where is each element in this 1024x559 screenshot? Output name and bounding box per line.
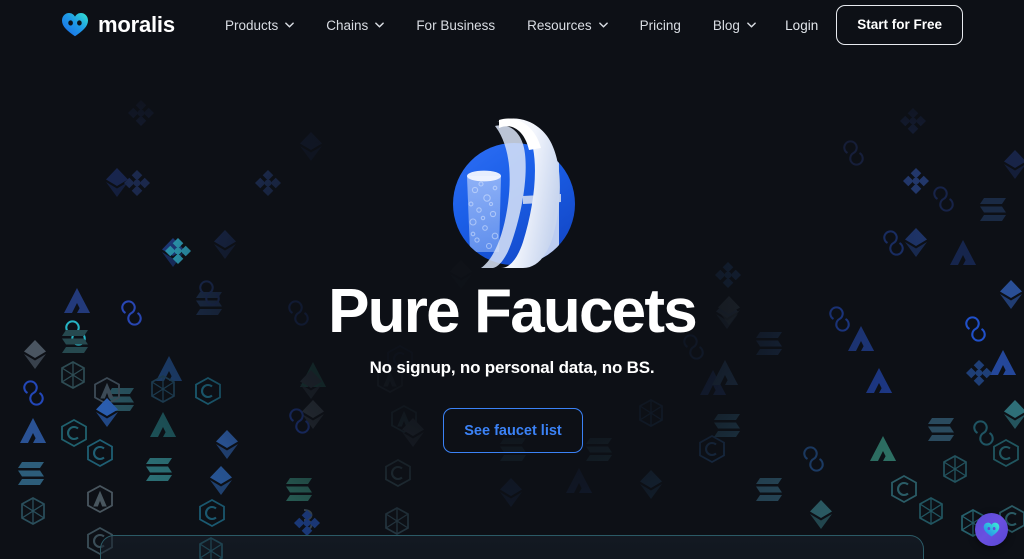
nav-item-blog[interactable]: Blog bbox=[713, 12, 756, 39]
nav-item-label: Pricing bbox=[639, 17, 681, 33]
chevron-down-icon bbox=[747, 22, 756, 28]
brand-logo[interactable]: moralis bbox=[61, 12, 175, 37]
main-navigation: Products Chains For Business Resources P… bbox=[225, 0, 756, 50]
nav-item-products[interactable]: Products bbox=[225, 12, 295, 39]
nav-item-label: Resources bbox=[527, 17, 592, 33]
hero-subtitle: No signup, no personal data, no BS. bbox=[369, 358, 655, 377]
chat-widget-button[interactable] bbox=[975, 513, 1008, 546]
chevron-down-icon bbox=[375, 22, 385, 28]
start-for-free-button[interactable]: Start for Free bbox=[836, 5, 963, 45]
nav-item-label: For Business bbox=[416, 17, 496, 33]
site-header: moralis Products Chains For Business Res… bbox=[0, 0, 1024, 50]
chevron-down-icon bbox=[598, 22, 608, 28]
login-link[interactable]: Login bbox=[785, 18, 818, 33]
chevron-down-icon bbox=[285, 22, 295, 28]
brand-name: moralis bbox=[98, 11, 175, 37]
moralis-chat-bubble-icon bbox=[983, 522, 1000, 537]
auth-actions: Login Start for Free bbox=[785, 0, 963, 50]
hero-section: Pure Faucets No signup, no personal data… bbox=[0, 0, 1024, 559]
nav-item-pricing[interactable]: Pricing bbox=[640, 12, 681, 39]
faucet-list-panel bbox=[100, 535, 924, 559]
nav-item-chains[interactable]: Chains bbox=[326, 12, 385, 39]
page-root: moralis Products Chains For Business Res… bbox=[0, 0, 1024, 559]
nav-item-resources[interactable]: Resources bbox=[527, 12, 608, 39]
nav-item-label: Chains bbox=[326, 17, 369, 33]
page-title: Pure Faucets bbox=[328, 277, 698, 346]
nav-item-label: Products bbox=[225, 17, 279, 33]
nav-item-for-business[interactable]: For Business bbox=[416, 12, 495, 39]
nav-item-label: Blog bbox=[712, 17, 740, 33]
see-faucet-list-button[interactable]: See faucet list bbox=[443, 408, 583, 453]
moralis-heart-logo-icon bbox=[61, 12, 89, 37]
